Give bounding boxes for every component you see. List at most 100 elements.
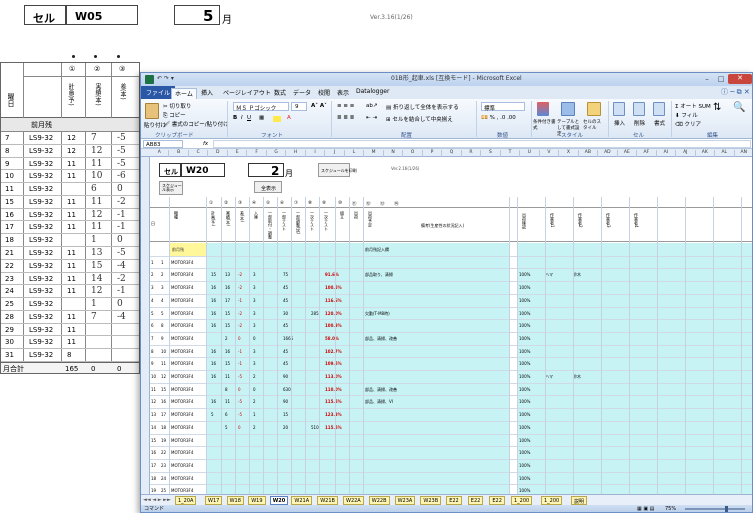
row-actual[interactable]: 15 [225,311,230,316]
row-actual[interactable]: 11 [225,374,230,379]
column-header-ai[interactable]: AI [657,150,677,157]
row-x1[interactable]: 1 [253,412,256,417]
row-x1[interactable]: 3 [253,311,256,316]
format-table-icon[interactable] [561,102,575,116]
row-confirm[interactable]: 100% [519,488,530,493]
column-header-r[interactable]: R [462,150,482,157]
row-actual[interactable]: 11 [225,399,230,404]
row-plan[interactable]: 16 [211,361,216,366]
row-confirm[interactable]: 100% [519,412,530,417]
sheet-tab-w20[interactable]: W20 [269,496,289,505]
insert-cells-icon[interactable] [613,102,625,116]
sheet-tab-w18[interactable]: W18 [226,496,244,505]
row-actual[interactable]: 15 [225,323,230,328]
row-actual[interactable]: 17 [225,298,230,303]
column-header-q[interactable]: Q [442,150,462,157]
row-diff[interactable]: -1 [238,298,242,303]
row-confirm[interactable]: 100% [519,425,530,430]
row-x1[interactable]: 3 [253,349,256,354]
row-diff[interactable]: -5 [238,399,242,404]
column-header-o[interactable]: O [403,150,423,157]
row-worker1[interactable]: ハマ [545,374,553,380]
row-plan[interactable]: 16 [211,323,216,328]
row-model[interactable]: MOTOR3F4 [171,425,193,430]
cell-styles-icon[interactable] [587,102,601,116]
column-header-u[interactable]: U [520,150,540,157]
sheet-tab-w21b[interactable]: W21B [317,496,338,505]
row-diff[interactable]: 0 [238,387,241,392]
tab-datalogger[interactable]: Datalogger [356,88,389,95]
row-actual[interactable]: 16 [225,349,230,354]
row-model[interactable]: MOTOR3F4 [171,349,193,354]
column-header-d[interactable]: D [208,150,228,157]
row-fin[interactable]: 285 [311,311,319,316]
sheet-tab-e22[interactable]: E22 [489,496,505,505]
format-painter-button[interactable]: 🖌 書式のコピー/貼り付け [163,120,229,128]
row-plan[interactable]: 5 [211,412,214,417]
sheet-tab-w17[interactable]: W17 [205,496,223,505]
column-header-s[interactable]: S [481,150,501,157]
row-model[interactable]: MOTOR3F4 [171,463,193,468]
excel-logo-icon[interactable] [145,75,154,84]
cell-styles-label[interactable]: セルのスタイル [583,119,605,131]
row-plan[interactable]: 15 [211,272,216,277]
conditional-format-icon[interactable] [537,102,549,116]
name-box[interactable]: AB83 [143,140,183,148]
row-confirm[interactable]: 100% [519,272,530,277]
number-format-icons[interactable]: 💴 % , .0 .00 [481,115,516,121]
row-x1[interactable]: 2 [253,374,256,379]
row-model[interactable]: MOTOR3F4 [171,285,193,290]
row-diff[interactable]: -2 [238,285,242,290]
align-left-icons[interactable]: ≣ ≣ ≣ [337,115,354,121]
row-x1[interactable]: 3 [253,285,256,290]
row-x2[interactable]: 45 [283,349,288,354]
row-x2[interactable]: 20 [283,425,288,430]
row-x1[interactable]: 3 [253,272,256,277]
row-x2[interactable]: 90 [283,374,288,379]
row-x1[interactable]: 2 [253,425,256,430]
row-worker2[interactable]: 鈴木 [573,374,581,380]
column-header-g[interactable]: G [267,150,287,157]
row-plan[interactable]: 16 [211,311,216,316]
worksheet[interactable]: セル W20 2 月 スケジュールを印刷 Ver.2.16(1/26) スケジュ… [141,157,752,512]
row-confirm[interactable]: 100% [519,438,530,443]
bold-button[interactable]: B [233,115,237,121]
tab-review[interactable]: 校閲 [318,88,330,97]
row-x2[interactable]: 45 [283,361,288,366]
delete-cells-icon[interactable] [633,102,645,116]
row-actual[interactable]: 16 [225,285,230,290]
row-model[interactable]: MOTOR3F4 [171,374,193,379]
font-size-select[interactable]: 9 [291,102,307,111]
column-header-i[interactable]: I [306,150,326,157]
delete-cells-label[interactable]: 削除 [634,119,645,127]
close-button[interactable]: ✕ [728,74,752,84]
sheet-tab-w23b[interactable]: W23B [420,496,442,505]
column-header-an[interactable]: AN [735,150,752,157]
row-x1[interactable]: 2 [253,399,256,404]
row-plan[interactable]: 16 [211,285,216,290]
italic-button[interactable]: I [241,115,243,121]
sheet-tab-e22[interactable]: E22 [446,496,462,505]
column-header-af[interactable]: AF [637,150,657,157]
font-color-icon[interactable]: A [287,115,291,121]
tab-home[interactable]: ホーム [171,88,197,99]
tab-formulas[interactable]: 数式 [274,88,286,97]
column-header-ae[interactable]: AE [618,150,638,157]
row-x1[interactable]: 3 [253,298,256,303]
column-header-e[interactable]: E [228,150,248,157]
row-model[interactable]: MOTOR3F4 [171,298,193,303]
row-model[interactable]: MOTOR3F4 [171,488,193,493]
sheet-tab-w21a[interactable]: W21A [291,496,313,505]
row-model[interactable]: MOTOR3F4 [171,260,193,265]
sheet-tab-w22b[interactable]: W22B [368,496,390,505]
indent-icons[interactable]: ⇤ ⇥ [366,115,377,121]
row-x2[interactable]: 75 [283,272,288,277]
row-confirm[interactable]: 100% [519,311,530,316]
row-diff[interactable]: -2 [238,323,242,328]
paste-icon[interactable] [145,103,159,119]
row-confirm[interactable]: 100% [519,476,530,481]
row-x1[interactable]: 0 [253,336,256,341]
row-x1[interactable]: 3 [253,323,256,328]
column-header-ad[interactable]: AD [598,150,618,157]
row-model[interactable]: MOTOR3F4 [171,311,193,316]
